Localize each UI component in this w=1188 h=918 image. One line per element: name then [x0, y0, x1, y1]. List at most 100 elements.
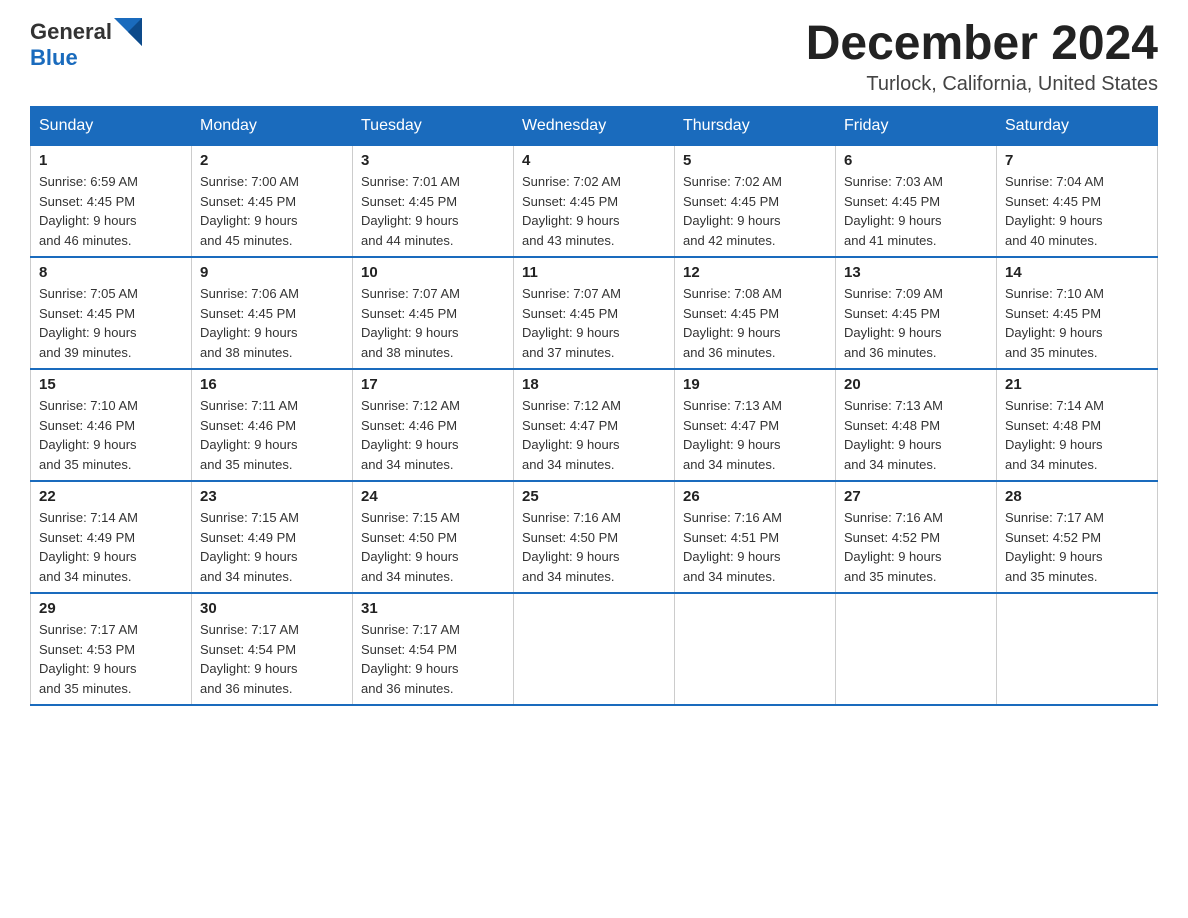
day-number: 12 — [683, 264, 827, 281]
day-number: 26 — [683, 488, 827, 505]
table-row: 21 Sunrise: 7:14 AM Sunset: 4:48 PM Dayl… — [997, 369, 1158, 481]
day-info: Sunrise: 7:14 AM Sunset: 4:49 PM Dayligh… — [39, 508, 183, 586]
logo-text: General Blue — [30, 20, 142, 70]
day-number: 2 — [200, 152, 344, 169]
location-text: Turlock, California, United States — [806, 73, 1158, 96]
table-row: 23 Sunrise: 7:15 AM Sunset: 4:49 PM Dayl… — [192, 481, 353, 593]
table-row: 13 Sunrise: 7:09 AM Sunset: 4:45 PM Dayl… — [836, 257, 997, 369]
day-info: Sunrise: 7:16 AM Sunset: 4:51 PM Dayligh… — [683, 508, 827, 586]
day-number: 3 — [361, 152, 505, 169]
table-row — [675, 593, 836, 705]
col-monday: Monday — [192, 107, 353, 146]
day-number: 23 — [200, 488, 344, 505]
day-number: 18 — [522, 376, 666, 393]
day-number: 29 — [39, 600, 183, 617]
day-info: Sunrise: 7:00 AM Sunset: 4:45 PM Dayligh… — [200, 172, 344, 250]
table-row: 11 Sunrise: 7:07 AM Sunset: 4:45 PM Dayl… — [514, 257, 675, 369]
table-row — [997, 593, 1158, 705]
table-row: 20 Sunrise: 7:13 AM Sunset: 4:48 PM Dayl… — [836, 369, 997, 481]
day-number: 17 — [361, 376, 505, 393]
day-info: Sunrise: 7:07 AM Sunset: 4:45 PM Dayligh… — [522, 284, 666, 362]
day-info: Sunrise: 7:02 AM Sunset: 4:45 PM Dayligh… — [683, 172, 827, 250]
day-info: Sunrise: 7:07 AM Sunset: 4:45 PM Dayligh… — [361, 284, 505, 362]
table-row: 8 Sunrise: 7:05 AM Sunset: 4:45 PM Dayli… — [31, 257, 192, 369]
table-row — [836, 593, 997, 705]
day-number: 8 — [39, 264, 183, 281]
table-row: 3 Sunrise: 7:01 AM Sunset: 4:45 PM Dayli… — [353, 146, 514, 258]
logo: General Blue — [30, 20, 142, 70]
calendar-week-row: 1 Sunrise: 6:59 AM Sunset: 4:45 PM Dayli… — [31, 146, 1158, 258]
day-number: 16 — [200, 376, 344, 393]
table-row: 16 Sunrise: 7:11 AM Sunset: 4:46 PM Dayl… — [192, 369, 353, 481]
table-row: 2 Sunrise: 7:00 AM Sunset: 4:45 PM Dayli… — [192, 146, 353, 258]
day-number: 6 — [844, 152, 988, 169]
table-row: 7 Sunrise: 7:04 AM Sunset: 4:45 PM Dayli… — [997, 146, 1158, 258]
day-number: 19 — [683, 376, 827, 393]
day-info: Sunrise: 7:16 AM Sunset: 4:50 PM Dayligh… — [522, 508, 666, 586]
day-info: Sunrise: 7:14 AM Sunset: 4:48 PM Dayligh… — [1005, 396, 1149, 474]
day-number: 10 — [361, 264, 505, 281]
table-row: 24 Sunrise: 7:15 AM Sunset: 4:50 PM Dayl… — [353, 481, 514, 593]
col-wednesday: Wednesday — [514, 107, 675, 146]
day-info: Sunrise: 7:15 AM Sunset: 4:49 PM Dayligh… — [200, 508, 344, 586]
table-row: 18 Sunrise: 7:12 AM Sunset: 4:47 PM Dayl… — [514, 369, 675, 481]
day-number: 21 — [1005, 376, 1149, 393]
day-info: Sunrise: 7:02 AM Sunset: 4:45 PM Dayligh… — [522, 172, 666, 250]
calendar-week-row: 22 Sunrise: 7:14 AM Sunset: 4:49 PM Dayl… — [31, 481, 1158, 593]
day-info: Sunrise: 7:13 AM Sunset: 4:48 PM Dayligh… — [844, 396, 988, 474]
table-row: 15 Sunrise: 7:10 AM Sunset: 4:46 PM Dayl… — [31, 369, 192, 481]
table-row: 28 Sunrise: 7:17 AM Sunset: 4:52 PM Dayl… — [997, 481, 1158, 593]
table-row: 10 Sunrise: 7:07 AM Sunset: 4:45 PM Dayl… — [353, 257, 514, 369]
day-info: Sunrise: 7:01 AM Sunset: 4:45 PM Dayligh… — [361, 172, 505, 250]
table-row: 25 Sunrise: 7:16 AM Sunset: 4:50 PM Dayl… — [514, 481, 675, 593]
table-row: 26 Sunrise: 7:16 AM Sunset: 4:51 PM Dayl… — [675, 481, 836, 593]
calendar-week-row: 29 Sunrise: 7:17 AM Sunset: 4:53 PM Dayl… — [31, 593, 1158, 705]
calendar-week-row: 15 Sunrise: 7:10 AM Sunset: 4:46 PM Dayl… — [31, 369, 1158, 481]
day-number: 14 — [1005, 264, 1149, 281]
table-row: 9 Sunrise: 7:06 AM Sunset: 4:45 PM Dayli… — [192, 257, 353, 369]
day-info: Sunrise: 7:10 AM Sunset: 4:45 PM Dayligh… — [1005, 284, 1149, 362]
day-info: Sunrise: 7:10 AM Sunset: 4:46 PM Dayligh… — [39, 396, 183, 474]
day-number: 24 — [361, 488, 505, 505]
day-info: Sunrise: 7:17 AM Sunset: 4:54 PM Dayligh… — [200, 620, 344, 698]
day-number: 20 — [844, 376, 988, 393]
table-row: 30 Sunrise: 7:17 AM Sunset: 4:54 PM Dayl… — [192, 593, 353, 705]
day-info: Sunrise: 7:17 AM Sunset: 4:52 PM Dayligh… — [1005, 508, 1149, 586]
day-info: Sunrise: 7:05 AM Sunset: 4:45 PM Dayligh… — [39, 284, 183, 362]
day-info: Sunrise: 7:12 AM Sunset: 4:47 PM Dayligh… — [522, 396, 666, 474]
day-number: 5 — [683, 152, 827, 169]
col-tuesday: Tuesday — [353, 107, 514, 146]
page-header: General Blue December 2024 Turlock, Cali… — [30, 20, 1158, 96]
col-sunday: Sunday — [31, 107, 192, 146]
col-friday: Friday — [836, 107, 997, 146]
day-number: 22 — [39, 488, 183, 505]
col-thursday: Thursday — [675, 107, 836, 146]
day-number: 30 — [200, 600, 344, 617]
col-saturday: Saturday — [997, 107, 1158, 146]
day-info: Sunrise: 6:59 AM Sunset: 4:45 PM Dayligh… — [39, 172, 183, 250]
table-row: 4 Sunrise: 7:02 AM Sunset: 4:45 PM Dayli… — [514, 146, 675, 258]
day-info: Sunrise: 7:03 AM Sunset: 4:45 PM Dayligh… — [844, 172, 988, 250]
day-info: Sunrise: 7:12 AM Sunset: 4:46 PM Dayligh… — [361, 396, 505, 474]
month-title: December 2024 — [806, 20, 1158, 68]
day-number: 28 — [1005, 488, 1149, 505]
day-info: Sunrise: 7:09 AM Sunset: 4:45 PM Dayligh… — [844, 284, 988, 362]
day-info: Sunrise: 7:15 AM Sunset: 4:50 PM Dayligh… — [361, 508, 505, 586]
calendar-table: Sunday Monday Tuesday Wednesday Thursday… — [30, 106, 1158, 706]
day-info: Sunrise: 7:11 AM Sunset: 4:46 PM Dayligh… — [200, 396, 344, 474]
day-info: Sunrise: 7:13 AM Sunset: 4:47 PM Dayligh… — [683, 396, 827, 474]
day-number: 13 — [844, 264, 988, 281]
table-row: 17 Sunrise: 7:12 AM Sunset: 4:46 PM Dayl… — [353, 369, 514, 481]
day-number: 31 — [361, 600, 505, 617]
day-info: Sunrise: 7:17 AM Sunset: 4:54 PM Dayligh… — [361, 620, 505, 698]
day-number: 11 — [522, 264, 666, 281]
day-number: 7 — [1005, 152, 1149, 169]
day-info: Sunrise: 7:08 AM Sunset: 4:45 PM Dayligh… — [683, 284, 827, 362]
day-number: 9 — [200, 264, 344, 281]
day-info: Sunrise: 7:17 AM Sunset: 4:53 PM Dayligh… — [39, 620, 183, 698]
table-row — [514, 593, 675, 705]
table-row: 31 Sunrise: 7:17 AM Sunset: 4:54 PM Dayl… — [353, 593, 514, 705]
table-row: 6 Sunrise: 7:03 AM Sunset: 4:45 PM Dayli… — [836, 146, 997, 258]
table-row: 14 Sunrise: 7:10 AM Sunset: 4:45 PM Dayl… — [997, 257, 1158, 369]
table-row: 29 Sunrise: 7:17 AM Sunset: 4:53 PM Dayl… — [31, 593, 192, 705]
